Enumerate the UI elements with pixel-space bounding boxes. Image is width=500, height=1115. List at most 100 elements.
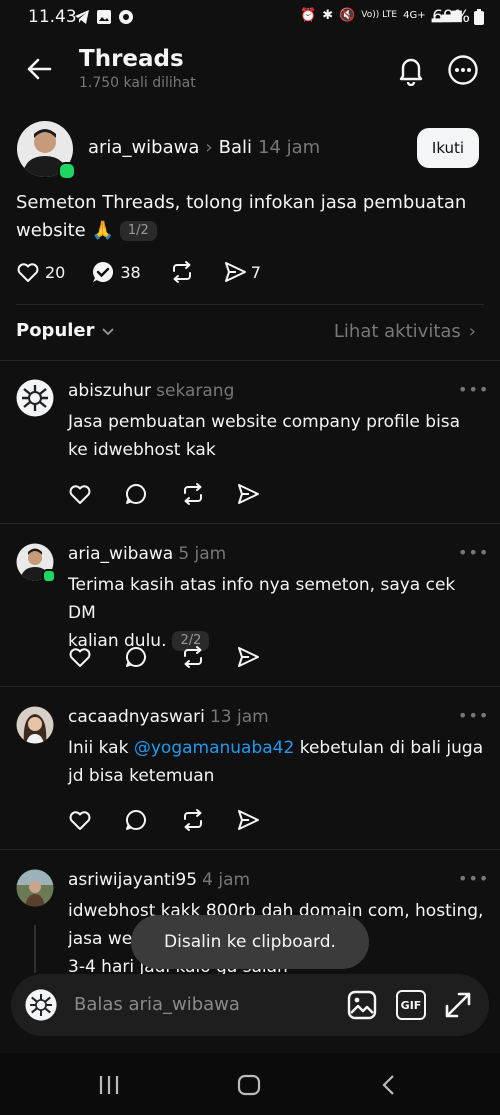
home-icon[interactable] <box>237 1074 261 1096</box>
reply-time: sekarang <box>156 381 235 401</box>
repost-button[interactable] <box>180 641 236 673</box>
app-notification-icon <box>119 10 133 24</box>
more-icon[interactable]: ••• <box>458 869 489 888</box>
system-nav-bar <box>0 1053 500 1115</box>
like-button[interactable] <box>68 478 124 510</box>
more-icon[interactable]: ••• <box>458 706 489 725</box>
recent-apps-icon[interactable] <box>98 1075 120 1095</box>
sort-label: Populer <box>16 320 95 341</box>
gallery-icon <box>97 10 111 24</box>
reply-count: 38 <box>120 262 141 282</box>
comment-icon <box>125 483 146 504</box>
reply-actions <box>68 804 292 836</box>
reply-body: Jasa pembuatan website company profile b… <box>68 408 488 464</box>
bell-icon[interactable] <box>395 54 427 86</box>
divider <box>0 360 500 361</box>
divider <box>0 849 500 850</box>
post-meta: aria_wibawa › Bali 14 jam <box>88 137 320 158</box>
share-icon <box>238 810 259 830</box>
gif-button[interactable]: GIF <box>396 990 426 1020</box>
more-icon[interactable]: ••• <box>458 380 489 399</box>
divider <box>0 686 500 687</box>
reply-composer[interactable]: Balas aria_wibawa GIF <box>11 974 489 1036</box>
status-time: 11.43 <box>28 7 77 27</box>
reply-actions <box>68 478 292 510</box>
reply-line: ke idwebhost kak <box>68 440 216 460</box>
share-button[interactable] <box>236 804 292 836</box>
image-icon[interactable] <box>347 990 377 1020</box>
reply-username[interactable]: aria_wibawa <box>68 544 173 564</box>
reply-line: Inii kak <box>68 738 134 758</box>
expand-icon[interactable] <box>443 990 473 1020</box>
mention-link[interactable]: @yogamanuaba42 <box>134 738 294 758</box>
toast-message: Disalin ke clipboard. <box>131 915 369 969</box>
post-actions: 20 38 7 <box>16 260 261 284</box>
view-activity-label: Lihat aktivitas <box>333 321 461 342</box>
share-icon <box>238 647 259 667</box>
telegram-icon <box>75 10 89 24</box>
like-button[interactable] <box>68 804 124 836</box>
reply-avatar[interactable] <box>16 869 54 907</box>
comment-icon <box>125 646 146 667</box>
comment-button[interactable] <box>124 804 180 836</box>
post-time: 14 jam <box>258 137 321 158</box>
view-activity-link[interactable]: Lihat aktivitas › <box>334 321 476 342</box>
author-avatar[interactable] <box>16 120 76 180</box>
reply-actions <box>68 641 292 673</box>
divider <box>16 304 484 305</box>
repost-button[interactable] <box>180 478 236 510</box>
back-arrow-icon[interactable] <box>26 56 52 82</box>
comment-button[interactable] <box>124 641 180 673</box>
back-icon[interactable] <box>380 1074 398 1096</box>
thread-line <box>34 925 36 973</box>
sort-dropdown[interactable]: Populer <box>16 320 115 341</box>
user-avatar <box>25 989 57 1021</box>
follow-button[interactable]: Ikuti <box>417 128 479 168</box>
repost-icon <box>184 483 202 505</box>
view-count: 1.750 kali dilihat <box>79 75 196 91</box>
volte-label: Vo)) LTE <box>361 10 398 20</box>
reply-line: Terima kasih atas info nya semeton, saya… <box>68 575 456 623</box>
post-text-line2: website 🙏 <box>16 220 114 241</box>
post-location[interactable]: Bali <box>219 137 252 158</box>
comment-button[interactable] <box>124 478 180 510</box>
reply-avatar[interactable] <box>16 379 54 417</box>
post-username[interactable]: aria_wibawa <box>88 137 199 158</box>
share-icon <box>238 484 259 504</box>
reply-input[interactable]: Balas aria_wibawa <box>74 994 240 1015</box>
reply-username[interactable]: cacaadnyaswari <box>68 707 205 727</box>
share-count: 7 <box>250 262 261 282</box>
reply-time: 5 jam <box>178 544 227 564</box>
heart-icon[interactable] <box>16 260 40 284</box>
more-icon[interactable]: ••• <box>458 543 489 562</box>
reply-header: abiszuhur sekarang <box>68 381 234 401</box>
repost-button[interactable] <box>180 804 236 836</box>
reply-avatar[interactable] <box>16 706 54 744</box>
gif-label: GIF <box>400 998 422 1012</box>
reply-header: aria_wibawa 5 jam <box>68 544 226 564</box>
like-button[interactable] <box>68 641 124 673</box>
page-title: Threads <box>79 46 184 72</box>
reply-header: asriwijayanti95 4 jam <box>68 870 250 890</box>
online-indicator <box>42 569 56 583</box>
like-count: 20 <box>45 262 66 282</box>
reply-time: 4 jam <box>202 870 251 890</box>
battery-percent: 69% <box>432 7 470 27</box>
notification-icons <box>74 9 134 25</box>
more-options-icon[interactable] <box>447 54 479 86</box>
reply-avatar[interactable] <box>16 543 56 583</box>
repost-icon[interactable] <box>169 260 195 284</box>
thread-counter: 1/2 <box>119 221 157 241</box>
reply-verified-icon[interactable] <box>91 260 115 284</box>
reply-body: Inii kak @yogamanuaba42 kebetulan di bal… <box>68 734 488 790</box>
reply-username[interactable]: asriwijayanti95 <box>68 870 197 890</box>
share-button[interactable] <box>236 478 292 510</box>
reply-username[interactable]: abiszuhur <box>68 381 151 401</box>
repost-icon <box>184 809 202 831</box>
chevron-down-icon <box>101 327 114 335</box>
share-icon[interactable] <box>223 260 247 284</box>
heart-icon <box>69 811 91 830</box>
reply-line: kebetulan di bali juga <box>294 738 484 758</box>
share-button[interactable] <box>236 641 292 673</box>
comment-icon <box>125 809 146 830</box>
